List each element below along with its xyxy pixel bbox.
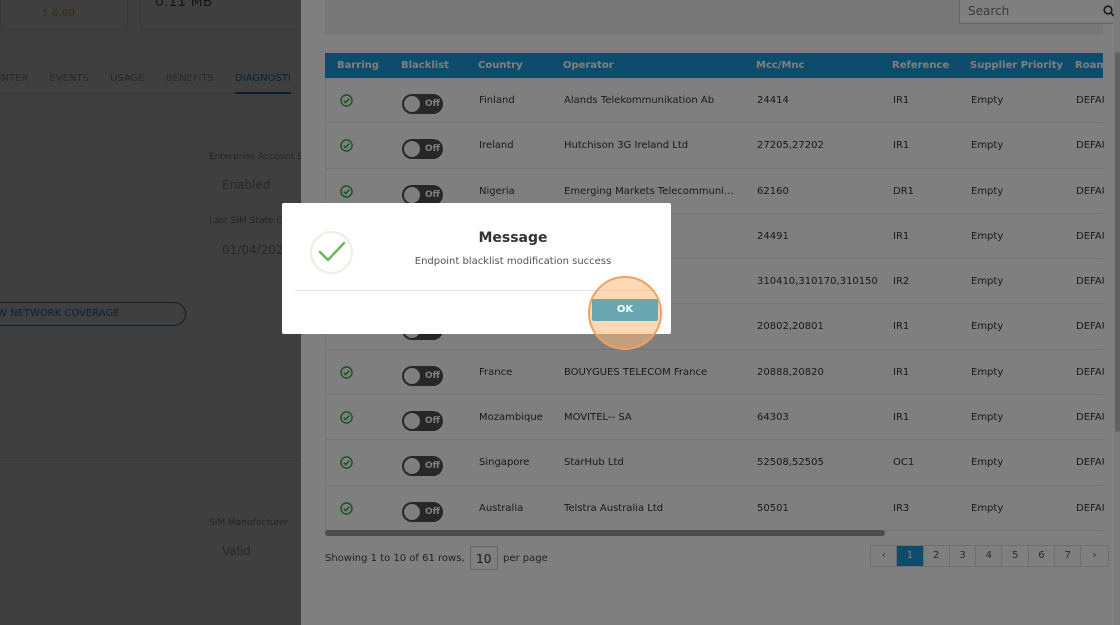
message-dialog: Message Endpoint blacklist modification … (282, 203, 671, 350)
dialog-title: Message (478, 230, 548, 246)
success-icon-ring (310, 231, 353, 274)
checkmark-icon (318, 241, 346, 262)
ok-button[interactable]: OK (592, 299, 658, 321)
dialog-message: Endpoint blacklist modification success (414, 256, 612, 267)
